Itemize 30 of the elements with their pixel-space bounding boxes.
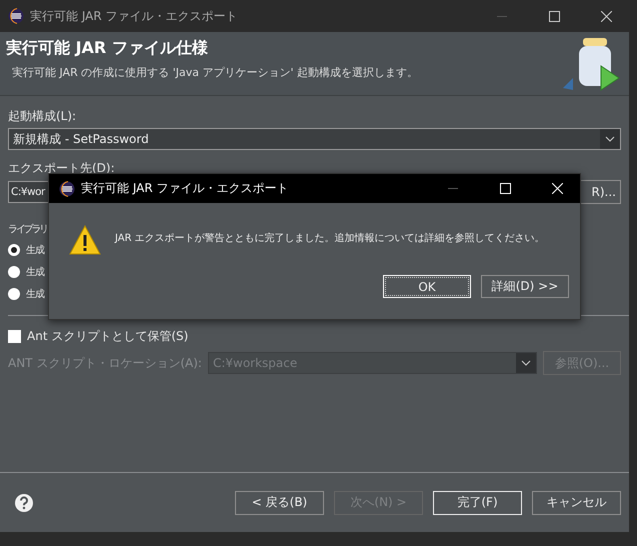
- eclipse-icon: [59, 180, 75, 196]
- dialog-button[interactable]: 詳細(D) >>: [481, 275, 569, 298]
- ant-location-label: ANT スクリプト・ロケーション(A):: [8, 354, 202, 372]
- radio-button[interactable]: [8, 288, 20, 300]
- dialog-title: 実行可能 JAR ファイル・エクスポート: [81, 180, 290, 197]
- maximize-icon[interactable]: [548, 10, 560, 22]
- wizard-button[interactable]: キャンセル: [532, 490, 621, 514]
- page-description: 実行可能 JAR の作成に使用する 'Java アプリケーション' 起動構成を選択します。: [12, 65, 418, 80]
- radio-label: 生成: [26, 244, 44, 257]
- window-title: 実行可能 JAR ファイル・エクスポート: [30, 8, 239, 24]
- radio-button[interactable]: [8, 266, 20, 278]
- radio-label: 生成: [26, 266, 44, 279]
- wizard-button[interactable]: < 戻る(B): [235, 490, 324, 514]
- wizard-button[interactable]: 完了(F): [433, 490, 522, 514]
- dialog-button[interactable]: OK: [383, 275, 471, 298]
- launch-config-label: 起動構成(L):: [8, 108, 78, 125]
- warning-icon: [69, 225, 101, 255]
- chevron-down-icon: [605, 136, 615, 142]
- page-title: 実行可能 JAR ファイル仕様: [6, 38, 209, 59]
- launch-config-dropdown[interactable]: 新規構成 - SetPassword: [8, 128, 621, 150]
- eclipse-icon: [8, 8, 24, 24]
- chevron-down-icon: [521, 360, 531, 366]
- library-label: ライブラリ: [8, 222, 48, 236]
- checkbox-label: Ant スクリプトとして保管(S): [27, 328, 188, 345]
- export-destination-label: エクスポート先(D):: [8, 160, 116, 177]
- dialog-message: JAR エクスポートが警告とともに完了しました。追加情報については詳細を参照してください。: [115, 232, 545, 245]
- close-icon[interactable]: [600, 10, 612, 22]
- radio-label: 生成: [26, 288, 44, 301]
- radio-button[interactable]: [8, 244, 20, 256]
- help-icon[interactable]: [14, 492, 34, 512]
